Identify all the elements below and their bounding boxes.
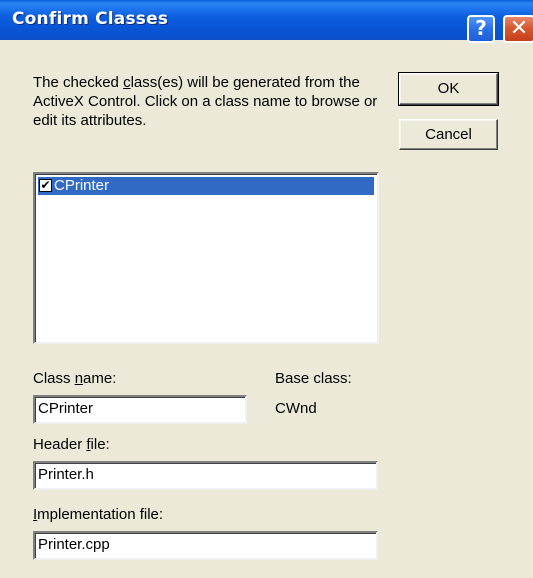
implementation-file-label: Implementation file: [33,506,164,523]
base-class-value: CWnd [275,400,317,417]
ok-button[interactable]: OK [398,72,499,106]
list-item[interactable]: ✔ CPrinter [38,177,374,195]
close-button[interactable]: ✕ [503,15,533,43]
confirm-classes-dialog: Confirm Classes ? ✕ The checked class(es… [0,0,533,578]
base-class-label: Base class: [275,370,352,387]
instructions-text: The checked class(es) will be generated … [33,74,378,129]
help-icon: ? [475,16,487,40]
window-title: Confirm Classes [12,9,169,29]
class-name-field[interactable]: CPrinter [33,395,247,424]
header-file-field[interactable]: Printer.h [33,461,378,490]
class-list[interactable]: ✔ CPrinter [33,172,379,344]
list-item-label: CPrinter [54,177,110,194]
help-button[interactable]: ? [467,15,495,43]
header-file-label: Header file: [33,436,110,453]
class-name-label: Class name: [33,370,117,387]
checkbox-checked-icon[interactable]: ✔ [39,179,52,192]
title-bar[interactable]: Confirm Classes ? ✕ [0,0,533,43]
close-icon: ✕ [509,16,529,41]
implementation-file-field[interactable]: Printer.cpp [33,531,378,560]
cancel-button[interactable]: Cancel [399,119,498,150]
